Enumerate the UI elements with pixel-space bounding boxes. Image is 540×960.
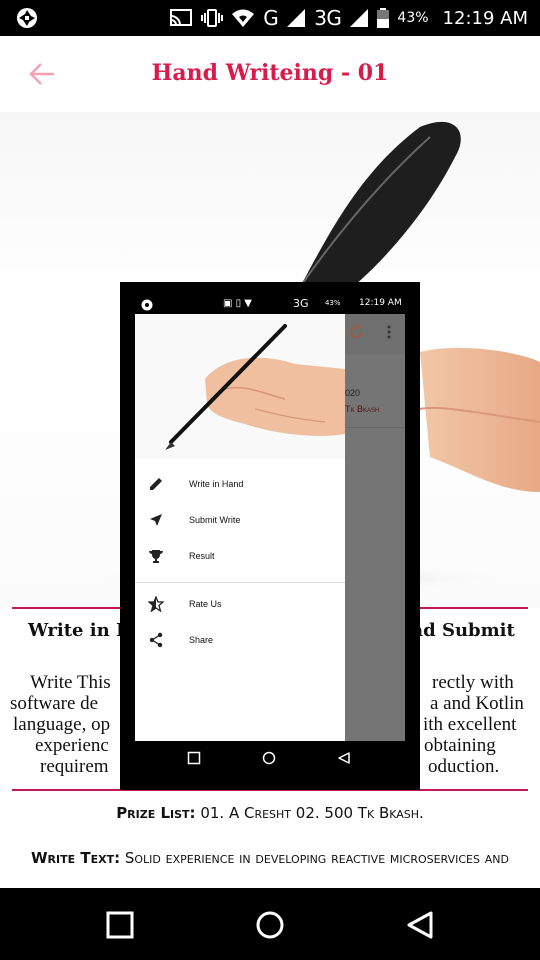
write-text: Write Text: Solid experience in developi… bbox=[20, 848, 520, 869]
star-half-icon bbox=[148, 596, 164, 612]
drawer-item-submit-write[interactable]: Submit Write bbox=[135, 502, 345, 538]
drawer-item-rate-us[interactable]: Rate Us bbox=[135, 586, 345, 622]
overlay-screenshot: ▣ ▯ ▼ 3G 43% 12:19 AM 020 Tk Bkash Write… bbox=[120, 282, 420, 790]
shutter-icon bbox=[17, 8, 37, 28]
battery-level: 43% bbox=[397, 10, 429, 26]
network-type-3g: 3G bbox=[314, 6, 342, 30]
write-value: Solid experience in developing reactive … bbox=[120, 849, 509, 867]
body-line-1-left: Write This bbox=[30, 672, 111, 693]
prize-label: Prize List: bbox=[116, 804, 196, 822]
body-line-2-right: a and Kotlin bbox=[430, 693, 524, 714]
pencil-icon bbox=[150, 478, 162, 490]
body-line-3-left: language, op bbox=[13, 714, 111, 735]
overlay-bg-date: 020 bbox=[345, 388, 361, 398]
drawer-label-write-in-hand: Write in Hand bbox=[189, 479, 244, 489]
network-type-g: G bbox=[263, 6, 279, 30]
share-icon bbox=[149, 632, 163, 648]
navigation-drawer: Write in Hand Submit Write Result Rate U… bbox=[135, 314, 345, 741]
body-line-1-right: rectly with bbox=[432, 672, 514, 693]
back-icon[interactable] bbox=[405, 910, 435, 940]
drawer-header-image bbox=[135, 314, 345, 459]
trophy-icon bbox=[149, 550, 163, 563]
drawer-item-share[interactable]: Share bbox=[135, 622, 345, 658]
overlay-bg-divider bbox=[345, 427, 405, 428]
drawer-label-submit-write: Submit Write bbox=[189, 515, 241, 525]
send-icon bbox=[150, 514, 162, 526]
write-label: Write Text: bbox=[31, 849, 121, 867]
overlay-status-bar: ▣ ▯ ▼ 3G 43% 12:19 AM bbox=[135, 296, 405, 314]
info-heading-left: Write in H bbox=[28, 620, 133, 641]
drawer-item-result[interactable]: Result bbox=[135, 538, 345, 574]
overlay-recents-icon[interactable] bbox=[187, 751, 201, 765]
clock: 12:19 AM bbox=[442, 7, 528, 29]
signal-icon bbox=[287, 9, 306, 27]
overlay-network-3g: 3G bbox=[293, 297, 309, 310]
body-line-5-left: requirem bbox=[40, 756, 109, 777]
hand-pencil-illustration bbox=[135, 314, 345, 459]
status-bar: G 3G 43% 12:19 AM bbox=[0, 0, 540, 36]
prize-list: Prize List: 01. A Cresht 02. 500 Tk Bkas… bbox=[0, 804, 540, 822]
body-line-4-right: obtaining bbox=[424, 735, 496, 756]
home-icon[interactable] bbox=[255, 910, 285, 940]
overlay-background-app bbox=[345, 314, 405, 741]
drawer-item-write-in-hand[interactable]: Write in Hand bbox=[135, 466, 345, 502]
cast-icon bbox=[170, 9, 193, 26]
prize-value: 01. A Cresht 02. 500 Tk Bkash. bbox=[195, 804, 424, 822]
overlay-status-icons: ▣ ▯ ▼ bbox=[223, 298, 252, 309]
vibrate-icon bbox=[201, 9, 224, 27]
overlay-battery: 43% bbox=[325, 299, 341, 307]
body-line-2-left: software de bbox=[10, 693, 99, 714]
overlay-bg-prize: Tk Bkash bbox=[345, 404, 380, 414]
body-line-4-left: experienc bbox=[35, 735, 109, 756]
body-line-3-right: ith excellent bbox=[423, 714, 517, 735]
system-nav-bar bbox=[0, 888, 540, 960]
info-heading-right: nd Submit bbox=[410, 620, 515, 641]
overlay-shutter-icon bbox=[141, 299, 153, 311]
drawer-label-share: Share bbox=[189, 635, 214, 645]
drawer-separator bbox=[135, 582, 345, 583]
page-title: Hand Writeing - 01 bbox=[151, 60, 389, 86]
overlay-background-toolbar bbox=[345, 314, 405, 354]
overlay-screen: 020 Tk Bkash Write in Hand Submit Write … bbox=[135, 314, 405, 741]
body-line-5-right: oduction. bbox=[428, 756, 500, 777]
overlay-back-icon[interactable] bbox=[337, 751, 351, 765]
recents-icon[interactable] bbox=[105, 910, 135, 940]
drawer-label-result: Result bbox=[189, 551, 215, 561]
overlay-home-icon[interactable] bbox=[262, 751, 276, 765]
refresh-icon[interactable] bbox=[348, 324, 364, 340]
drawer-label-rate-us: Rate Us bbox=[189, 599, 222, 609]
more-vert-icon[interactable] bbox=[387, 324, 391, 340]
app-bar: Hand Writeing - 01 bbox=[0, 36, 540, 112]
signal-icon-2 bbox=[350, 9, 369, 27]
battery-icon bbox=[377, 8, 390, 28]
wifi-icon bbox=[232, 9, 255, 27]
overlay-time: 12:19 AM bbox=[359, 298, 402, 308]
overlay-nav-bar bbox=[135, 741, 405, 777]
